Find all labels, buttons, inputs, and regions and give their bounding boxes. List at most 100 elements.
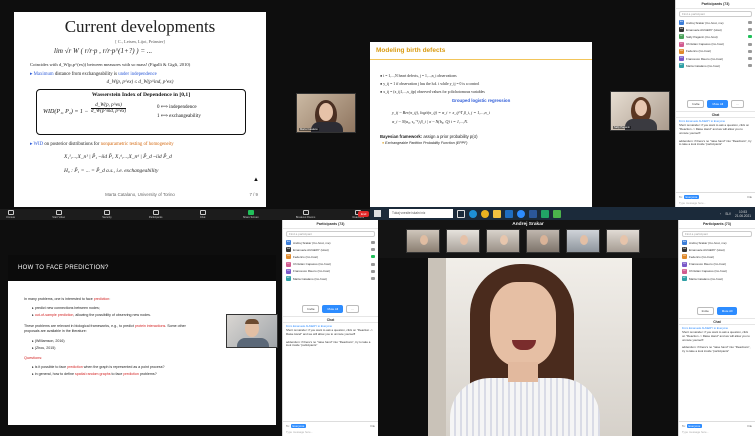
chat-input[interactable]: Type message here...	[679, 201, 752, 205]
thumb-3[interactable]	[486, 229, 520, 253]
app-icon[interactable]	[553, 209, 561, 218]
wid-frac-den: d_W(p^ind, p^ex)	[91, 109, 127, 114]
participant-row[interactable]: FR Francesco Rieoro (Co-host)	[676, 55, 755, 62]
participant-row[interactable]: CC Christian Capasso (Co-host)	[283, 261, 378, 268]
avatar: FR	[682, 261, 687, 267]
mute-all-button[interactable]: Mute All	[716, 307, 738, 316]
excel-icon[interactable]	[541, 209, 549, 218]
participant-row[interactable]: MC Marta Catalano (Co-host)	[283, 275, 378, 282]
participant-search[interactable]: Find a participant	[679, 11, 752, 17]
outlook-icon[interactable]	[505, 209, 513, 218]
participant-row[interactable]: SP Sally Paganin (Co-host)	[676, 33, 755, 40]
recipient-select[interactable]: Everyone	[686, 424, 703, 428]
eppf-line: ● Exchangeable Partition Probability Fun…	[382, 141, 467, 145]
toolbar-breakout[interactable]: Breakout Rooms	[296, 210, 315, 219]
text: is it possible to face	[34, 365, 67, 369]
file-button[interactable]: File	[370, 424, 375, 428]
slide-authors: [ C., Leisen, Lijoi, Prünster]	[115, 39, 165, 44]
participant-name: Federico (Co-host)	[293, 254, 319, 259]
eppf-text: Exchangeable Partition Probability Funct…	[385, 141, 468, 145]
participant-row[interactable]: MC Marta Catalano (Co-host)	[676, 62, 755, 69]
avatar: FR	[286, 268, 291, 274]
file-button[interactable]: File	[747, 424, 752, 428]
video-tile-sally[interactable]: Sally Paganin	[610, 91, 670, 131]
chat-input[interactable]: Type message here...	[682, 430, 752, 434]
intro-text: In many problems, one is interested to f…	[24, 297, 111, 301]
bullet-text: x_ij = (x_ij1,...,x_ijp) observed values…	[383, 90, 485, 94]
toolbar-participants[interactable]: Participants	[149, 210, 162, 219]
thumb-6[interactable]	[606, 229, 640, 253]
bayes-rest: assign a prior probability p(σ)	[423, 134, 478, 139]
formula-limit: lim √r W ( r/r·p , r/r·p^(1+?) ) = ...	[54, 47, 153, 55]
chat-input[interactable]: Type message here...	[286, 430, 375, 434]
text: (Williamson, 2016)	[34, 339, 65, 343]
participant-row[interactable]: FB Federico (Co-host)	[283, 253, 378, 260]
participant-row[interactable]: FB Federico (Co-host)	[679, 253, 755, 260]
avatar: CC	[679, 41, 684, 47]
participant-row[interactable]: AS Andrej Srakar (Co-host, me)	[283, 239, 378, 246]
task-view-icon[interactable]	[457, 209, 465, 218]
toolbar-share-screen[interactable]: Share Screen	[243, 210, 259, 219]
sub-bullet-2: ▸ out-of-sample prediction, allowing the…	[32, 313, 151, 317]
language-indicator[interactable]: SLV	[725, 212, 731, 216]
cursor-icon: ▲	[253, 177, 259, 183]
wifi-icon[interactable]: ◔	[719, 212, 721, 216]
thumb-2[interactable]	[446, 229, 480, 253]
video-tile-marta[interactable]: Marta Catalano	[296, 93, 356, 133]
thumb-4[interactable]	[526, 229, 560, 253]
participant-row[interactable]: FB Federico (Co-host)	[676, 48, 755, 55]
edge-icon[interactable]	[469, 209, 477, 218]
participant-search[interactable]: Find a participant	[682, 231, 752, 237]
chrome-icon[interactable]	[481, 209, 489, 218]
thumb-1[interactable]	[406, 229, 440, 253]
invite-button[interactable]: Invite	[302, 305, 320, 314]
participant-row[interactable]: EA Emanuele AUGERY (Host)	[676, 26, 755, 33]
text: problems?	[139, 372, 157, 376]
mute-all-button[interactable]: Mute All	[322, 305, 344, 314]
slide-title: How to face prediction?	[18, 265, 109, 271]
toolbar-unmute[interactable]: Unmute	[6, 210, 15, 219]
bullet-wid-rest: on posterior distributions for	[44, 142, 100, 147]
clock[interactable]: 10:53 21.06.2021	[735, 210, 751, 218]
participant-row[interactable]: CC Christian Capasso (Co-host)	[676, 41, 755, 48]
end-meeting-button[interactable]: End	[358, 211, 370, 217]
start-icon[interactable]	[374, 210, 381, 217]
zoom-app-icon[interactable]	[517, 209, 525, 218]
file-button[interactable]: File	[747, 195, 752, 199]
to-label: To:	[682, 424, 686, 428]
participant-row[interactable]: EA Emanuele AUGERY (Host)	[283, 246, 378, 253]
taskbar-search[interactable]: Tukaj vnesite iskalni niz	[389, 209, 453, 218]
toolbar-security[interactable]: Security	[102, 210, 112, 219]
questions-heading: Questions:	[24, 356, 43, 360]
participant-row[interactable]: AS Andrej Srakar (Co-host, me)	[676, 19, 755, 26]
mute-all-button[interactable]: Mute All	[707, 100, 729, 109]
participant-search[interactable]: Find a participant	[286, 231, 375, 237]
video-tile-speaker-small[interactable]	[226, 314, 278, 348]
participant-row[interactable]: EA Emanuele AUGERY (Host)	[679, 246, 755, 253]
invite-button[interactable]: Invite	[687, 100, 705, 109]
participant-row[interactable]: CC Christian Capasso (Co-host)	[679, 268, 755, 275]
video-name-label: Marta Catalano	[299, 128, 319, 131]
participant-row[interactable]: FR Francesco Rieoro (Co-host)	[679, 261, 755, 268]
zoom-window-top-left: Current developments [ C., Leisen, Lijoi…	[0, 0, 370, 220]
avatar: CC	[286, 261, 291, 267]
clock-date: 21.06.2021	[735, 213, 751, 218]
participant-name: Andrej Srakar (Co-host, me)	[293, 240, 331, 245]
more-button[interactable]: ...	[731, 100, 744, 109]
participant-name: Francesco Rieoro (Co-host)	[686, 56, 724, 61]
participant-row[interactable]: FR Francesco Rieoro (Co-host)	[283, 268, 378, 275]
folder-icon[interactable]	[493, 209, 501, 218]
word-icon[interactable]	[529, 209, 537, 218]
participant-row[interactable]: MC Marta Catalano (Co-host)	[679, 275, 755, 282]
toolbar-chat[interactable]: Chat	[199, 210, 206, 219]
toolbar-video[interactable]: Start Video	[52, 210, 65, 219]
invite-button[interactable]: Invite	[696, 307, 714, 316]
main-speaker-video[interactable]	[428, 258, 632, 436]
participant-name: Sally Paganin (Co-host)	[686, 34, 718, 39]
recipient-select[interactable]: Everyone	[683, 195, 700, 199]
participant-row[interactable]: AS Andrej Srakar (Co-host, me)	[679, 239, 755, 246]
recipient-select[interactable]: Everyone	[290, 424, 307, 428]
more-button[interactable]: ...	[346, 305, 359, 314]
thumb-5[interactable]	[566, 229, 600, 253]
chat-text: addendum: if there's no "raise hand" int…	[682, 345, 751, 354]
